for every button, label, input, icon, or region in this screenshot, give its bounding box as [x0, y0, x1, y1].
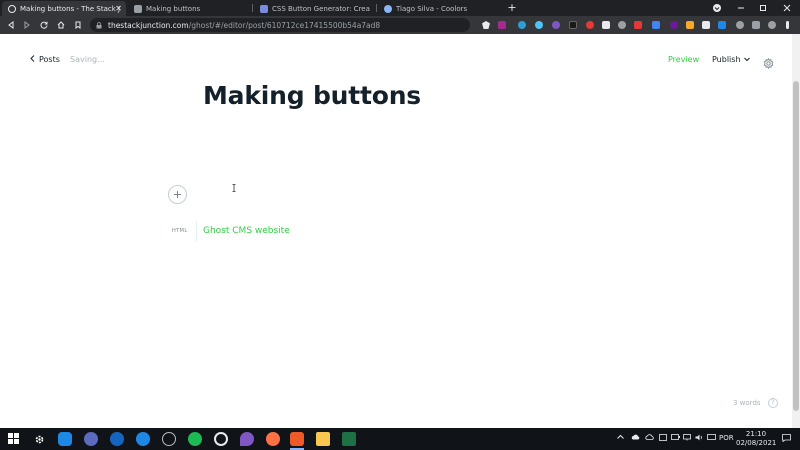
extension-icon[interactable] [586, 21, 594, 29]
page-favicon-icon [134, 4, 142, 13]
extension-icon[interactable] [518, 21, 526, 29]
todo-check-icon[interactable] [136, 432, 150, 446]
system-clock[interactable]: 21:10 02/08/2021 [736, 430, 776, 448]
chevron-left-icon [30, 55, 35, 64]
close-window-icon[interactable] [776, 0, 798, 16]
extension-icon[interactable] [652, 21, 660, 29]
browser-tab-coolors[interactable]: Tiago Silva - Coolors [378, 1, 502, 16]
tab-separator [376, 4, 377, 12]
browser-tab-making-buttons-stack-junction[interactable]: Making buttons - The Stack Junct ✕ [2, 1, 126, 16]
extension-icon[interactable] [634, 21, 642, 29]
tab-title: Making buttons [146, 4, 201, 13]
volume-icon[interactable] [695, 434, 704, 443]
preview-button[interactable]: Preview [668, 55, 699, 64]
new-tab-button[interactable]: + [505, 0, 519, 16]
ghost-editor: Posts Saving... Preview Publish Making b… [0, 34, 792, 428]
coolors-favicon-icon [384, 4, 392, 13]
cloud-icon[interactable] [631, 434, 640, 442]
text-cursor-icon [232, 184, 236, 195]
ghost-favicon-icon [8, 4, 16, 13]
extension-icon[interactable] [736, 21, 744, 29]
extension-icon[interactable] [686, 21, 694, 29]
profile-icon[interactable] [706, 0, 728, 16]
post-title[interactable]: Making buttons [203, 81, 421, 110]
html-card-divider [196, 221, 197, 241]
battery-icon[interactable] [671, 434, 680, 442]
back-to-posts-link[interactable]: Posts [30, 55, 60, 64]
extension-icon[interactable] [718, 21, 726, 29]
brave-browser-icon[interactable] [290, 432, 304, 446]
firefox-icon[interactable] [266, 432, 280, 446]
bookmark-icon[interactable] [71, 18, 85, 32]
clock-date: 02/08/2021 [736, 439, 777, 447]
help-icon[interactable]: ? [768, 398, 778, 408]
app-icon[interactable] [214, 432, 228, 446]
forward-icon[interactable] [20, 18, 34, 32]
css-generator-favicon-icon [260, 4, 268, 13]
github-icon[interactable] [162, 432, 176, 446]
scrollbar-thumb[interactable] [793, 81, 799, 411]
word-count: 3 words [733, 399, 761, 407]
chat-icon[interactable] [84, 432, 98, 446]
settings-gear-icon[interactable] [763, 54, 774, 70]
notifications-icon[interactable] [782, 434, 792, 444]
monitor-icon[interactable] [683, 434, 691, 443]
url-path: /ghost/#/editor/post/610712ce17415500b54… [188, 20, 381, 30]
chevron-up-icon[interactable] [617, 434, 624, 442]
tab-separator [252, 4, 253, 12]
html-card-label: HTML [172, 228, 188, 234]
html-card-content[interactable]: Ghost CMS website [203, 226, 290, 236]
extensions-puzzle-icon[interactable] [752, 21, 760, 29]
extension-icon[interactable] [618, 21, 626, 29]
extension-icon[interactable] [535, 21, 543, 29]
settings-gear-icon[interactable] [32, 432, 46, 446]
language-indicator[interactable]: POR [719, 434, 734, 442]
chevron-down-icon [743, 56, 750, 64]
add-card-plus-icon[interactable] [168, 185, 187, 204]
tab-title: Making buttons - The Stack Junct [20, 4, 120, 13]
extension-icon[interactable] [498, 21, 506, 29]
tab-title: Tiago Silva - Coolors [396, 4, 468, 13]
extension-icon[interactable] [670, 21, 678, 29]
browser-tab-css-button-generator[interactable]: CSS Button Generator: Create HTML a [254, 1, 376, 16]
edge-browser-icon[interactable] [110, 432, 124, 446]
app-icon[interactable] [240, 432, 254, 446]
url-domain: thestackjunction.com [108, 20, 189, 30]
lock-icon [96, 22, 102, 29]
browser-tab-strip: Making buttons - The Stack Junct ✕ Makin… [0, 0, 800, 16]
windows-taskbar: POR 21:10 02/08/2021 [0, 428, 800, 450]
save-status: Saving... [70, 55, 105, 64]
brave-shield-icon[interactable] [482, 21, 490, 29]
publish-label: Publish [712, 55, 741, 64]
tab-title: CSS Button Generator: Create HTML a [272, 4, 370, 13]
minimize-icon[interactable] [730, 0, 752, 16]
address-bar[interactable]: thestackjunction.com/ghost/#/editor/post… [90, 18, 470, 32]
home-icon[interactable] [54, 18, 68, 32]
excel-icon[interactable] [342, 432, 356, 446]
clock-time: 21:10 [745, 430, 767, 438]
browser-toolbar: thestackjunction.com/ghost/#/editor/post… [0, 16, 800, 34]
avatar[interactable] [768, 21, 776, 29]
scrollbar[interactable] [792, 34, 800, 428]
extension-icon[interactable] [552, 21, 560, 29]
extension-icon[interactable] [569, 21, 577, 29]
kebab-menu-icon[interactable] [786, 21, 789, 29]
tray-app-icon[interactable] [659, 434, 667, 443]
extension-icon[interactable] [602, 21, 610, 29]
app-icon[interactable] [58, 432, 72, 446]
publish-button[interactable]: Publish [712, 55, 750, 64]
network-icon[interactable] [707, 434, 716, 443]
reload-icon[interactable] [37, 18, 51, 32]
back-icon[interactable] [4, 18, 18, 32]
windows-start-icon[interactable] [8, 433, 19, 444]
back-label: Posts [39, 55, 60, 64]
maximize-icon[interactable] [752, 0, 774, 16]
onedrive-cloud-icon[interactable] [645, 434, 654, 442]
browser-tab-making-buttons[interactable]: Making buttons [128, 1, 250, 16]
spotify-icon[interactable] [188, 432, 202, 446]
tab-close-icon[interactable]: ✕ [115, 4, 122, 13]
file-explorer-icon[interactable] [316, 432, 330, 446]
extension-icon[interactable] [702, 21, 710, 29]
